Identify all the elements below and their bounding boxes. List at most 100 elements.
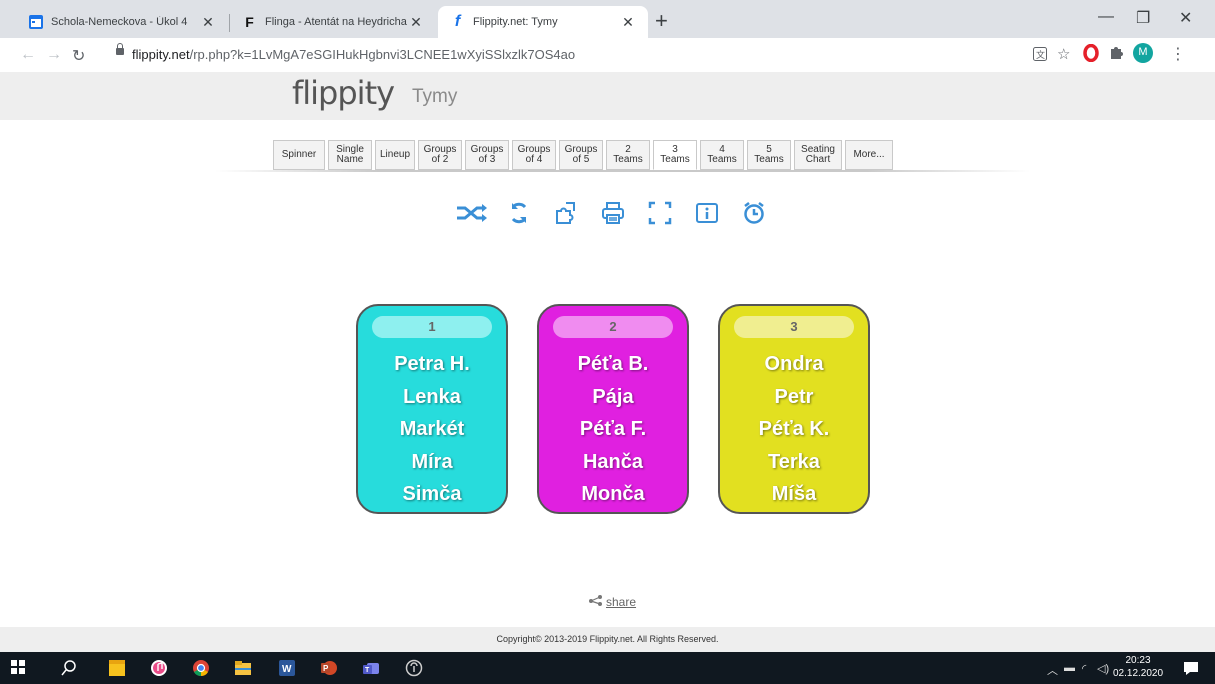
tool-icons [455, 198, 784, 228]
clock[interactable]: 20:23 02.12.2020 [1113, 654, 1163, 680]
mode-tab-label: Groups of 4 [518, 145, 551, 165]
tab-title: Schola-Nemeckova - Úkol 4 [51, 16, 188, 28]
mode-tab-label: 2 Teams [613, 145, 642, 165]
mode-tab-2-teams[interactable]: 2 Teams [606, 140, 650, 170]
team-card-3: 3 Ondra Petr Péťa K. Terka Míša [718, 304, 870, 514]
mode-tab-5-teams[interactable]: 5 Teams [747, 140, 791, 170]
mode-tab-3-teams[interactable]: 3 Teams [653, 140, 697, 170]
restore-window-icon[interactable]: ❐ [1136, 8, 1150, 28]
wifi-icon[interactable]: ◜ [1082, 662, 1086, 675]
page-header: flippity Tymy [0, 72, 1215, 120]
browser-tab-flippity[interactable]: f Flippity.net: Tymy ✕ [438, 6, 648, 38]
menu-kebab-icon[interactable]: ⋮ [1170, 44, 1186, 64]
url-text: flippity.net/rp.php?k=1LvMgA7eSGIHukHgbn… [132, 47, 576, 62]
mode-tab-line2: of 4 [525, 154, 543, 165]
file-explorer-icon[interactable] [234, 659, 252, 677]
team-member: Markét [399, 418, 465, 440]
notifications-icon[interactable] [1182, 659, 1200, 677]
team-number: 1 [372, 316, 492, 338]
minimize-window-icon[interactable]: — [1098, 8, 1114, 26]
mode-tab-label: Spinner [282, 150, 316, 160]
close-tab-icon[interactable]: ✕ [620, 14, 636, 31]
forward-arrow-icon[interactable]: → [46, 46, 62, 64]
flippity-logo[interactable]: flippity [292, 74, 395, 112]
translate-icon[interactable]: 文 [1033, 47, 1047, 64]
address-bar[interactable]: flippity.net/rp.php?k=1LvMgA7eSGIHukHgbn… [100, 42, 1020, 68]
mode-tab-line1: Lineup [379, 149, 411, 160]
mode-tab-single-name[interactable]: Single Name [328, 140, 372, 170]
mode-tab-line2: of 3 [478, 154, 496, 165]
browser-tab-flinga[interactable]: F Flinga - Atentát na Heydricha ✕ [230, 6, 436, 38]
mode-tab-line2: Name [336, 154, 364, 165]
reload-icon[interactable]: ↻ [72, 46, 85, 66]
team-card-1: 1 Petra H. Lenka Markét Míra Simča [356, 304, 508, 514]
opera-extension-icon[interactable] [1083, 43, 1099, 65]
team-member: Monča [581, 483, 645, 505]
mode-tab-lineup[interactable]: Lineup [375, 140, 415, 170]
mode-tab-label: 3 Teams [660, 145, 689, 165]
print-icon[interactable] [596, 198, 630, 228]
bookmark-star-icon[interactable]: ☆ [1057, 45, 1070, 63]
mode-tab-line2: of 5 [572, 154, 590, 165]
tab-title: Flinga - Atentát na Heydricha [265, 16, 407, 28]
mode-tab-more[interactable]: More... [845, 140, 893, 170]
mode-tab-groups-of-2[interactable]: Groups of 2 [418, 140, 462, 170]
profile-avatar[interactable]: M [1133, 43, 1153, 66]
shuffle-icon[interactable] [455, 198, 489, 228]
mode-tab-4-teams[interactable]: 4 Teams [700, 140, 744, 170]
mode-tab-label: More... [853, 150, 884, 160]
mode-tab-label: Single Name [336, 145, 364, 165]
windows-taskbar: W P T ︿ ▬ ◜ ◁) 20:23 02.12.2020 [0, 652, 1215, 684]
extensions-puzzle-icon[interactable] [1108, 44, 1124, 63]
mode-tab-groups-of-4[interactable]: Groups of 4 [512, 140, 556, 170]
close-tab-icon[interactable]: ✕ [408, 14, 424, 31]
itunes-icon[interactable] [150, 659, 168, 677]
close-tab-icon[interactable]: ✕ [200, 14, 216, 31]
chrome-icon[interactable] [192, 659, 210, 677]
timer-icon[interactable] [737, 198, 771, 228]
new-tab-button[interactable]: + [655, 10, 668, 32]
mode-tab-line2: Teams [707, 154, 737, 165]
footer-copyright: Copyright© 2013-2019 Flippity.net. All R… [0, 627, 1215, 652]
show-hidden-icons-icon[interactable]: ︿ [1047, 662, 1058, 678]
sticky-notes-icon[interactable] [108, 659, 126, 677]
info-icon[interactable] [690, 198, 724, 228]
fullscreen-icon[interactable] [643, 198, 677, 228]
volume-icon[interactable]: ◁) [1097, 662, 1109, 675]
refresh-icon[interactable] [502, 198, 536, 228]
svg-text:T: T [365, 667, 370, 674]
share-icon [589, 595, 602, 609]
clock-time: 20:23 [1125, 655, 1151, 666]
puzzle-icon[interactable] [549, 198, 583, 228]
team-member: Petr [774, 385, 814, 408]
mode-tabs-underline [215, 170, 1030, 172]
mode-tab-groups-of-3[interactable]: Groups of 3 [465, 140, 509, 170]
mode-tab-groups-of-5[interactable]: Groups of 5 [559, 140, 603, 170]
battery-icon[interactable]: ▬ [1064, 662, 1075, 674]
powerpoint-icon[interactable]: P [320, 659, 338, 677]
mode-tab-line2: of 2 [431, 154, 449, 165]
mode-tab-label: Groups of 5 [565, 145, 598, 165]
close-window-icon[interactable]: ✕ [1179, 8, 1192, 28]
team-member: Péťa K. [758, 418, 830, 440]
team-number: 3 [734, 316, 854, 338]
back-arrow-icon[interactable]: ← [20, 46, 36, 64]
windows-start-icon[interactable] [10, 659, 28, 677]
team-member: Simča [402, 483, 462, 505]
mode-tab-line1: More... [853, 149, 885, 160]
share-link[interactable]: share [589, 595, 636, 609]
mode-tab-seating-chart[interactable]: Seating Chart [794, 140, 842, 170]
team-member: Petra H. [394, 353, 470, 375]
teams-icon[interactable]: T [362, 659, 380, 677]
unknown-app-icon[interactable] [405, 659, 423, 677]
mode-tabs: Spinner Single Name Lineup Groups of 2 Groups o… [273, 140, 896, 170]
team-member: Ondra [764, 353, 824, 375]
search-icon[interactable] [60, 659, 78, 677]
profile-initial: M [1138, 46, 1148, 58]
word-icon[interactable]: W [278, 659, 296, 677]
browser-toolbar: ← → ↻ flippity.net/rp.php?k=1LvMgA7eSGIH… [0, 38, 1215, 72]
browser-tab-schola[interactable]: Schola-Nemeckova - Úkol 4 ✕ [16, 6, 228, 38]
mode-tab-label: 4 Teams [707, 145, 736, 165]
mode-tab-spinner[interactable]: Spinner [273, 140, 325, 170]
mode-tab-line2: Teams [613, 154, 643, 165]
